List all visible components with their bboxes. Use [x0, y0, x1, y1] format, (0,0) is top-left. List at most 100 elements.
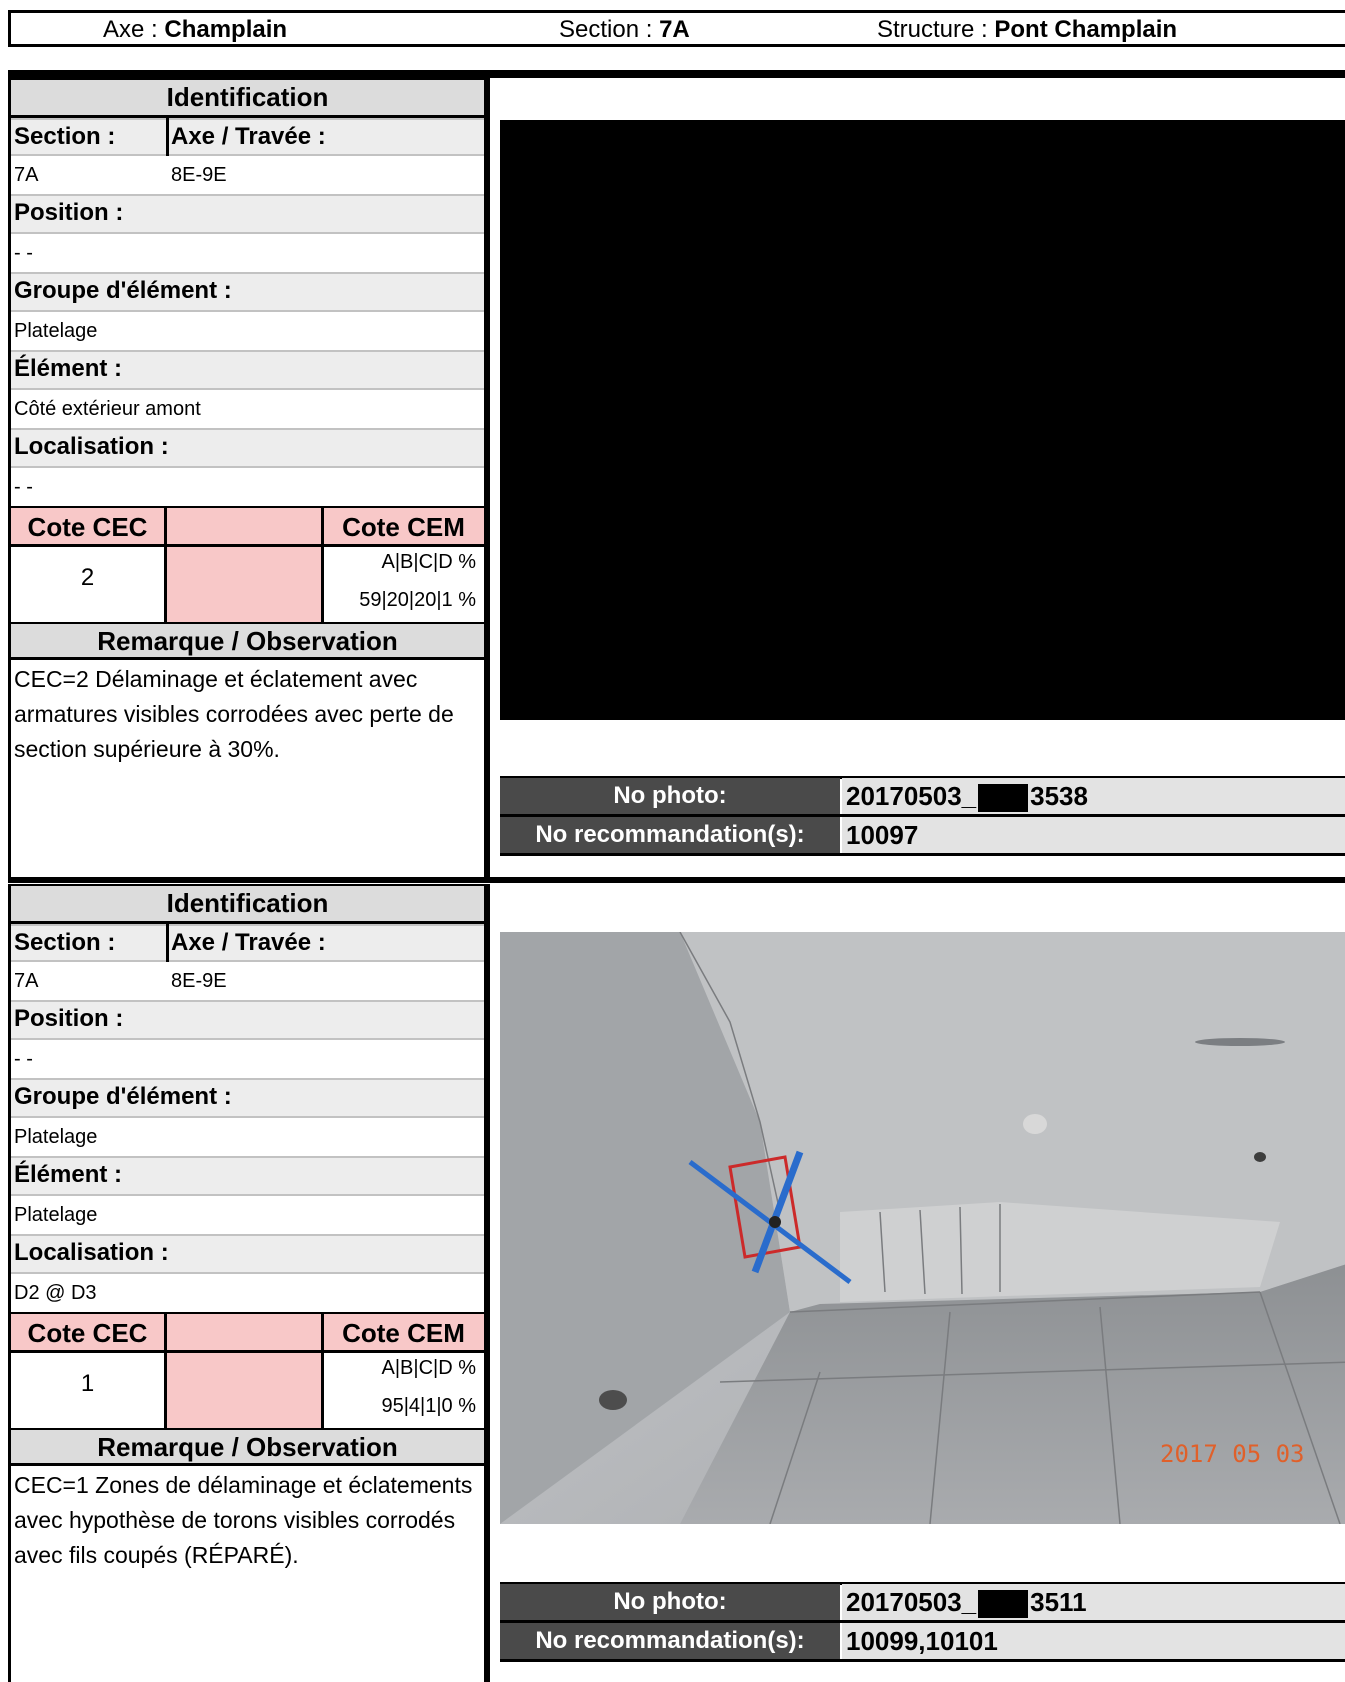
recommandation-value: 10099,10101 [842, 1623, 1345, 1659]
cote-blank-cell [166, 506, 321, 622]
axe-travee-label: Axe / Travée : [171, 123, 326, 150]
identification-title: Identification [11, 884, 484, 924]
photo-number-suffix: 3538 [1030, 781, 1088, 811]
recommandation-label: No recommandation(s): [500, 817, 840, 853]
remark-line: CEC=2 Délaminage et éclatement avec [14, 666, 418, 692]
axe-travee-value: 8E-9E [171, 970, 227, 992]
cote-cem-label: Cote CEM [323, 506, 484, 544]
cote-header-rule [11, 1350, 484, 1353]
localisation-value: - - [11, 468, 484, 506]
photo-hole [1254, 1152, 1266, 1162]
photo-number-prefix: 20170503_ [846, 781, 977, 811]
remark-title: Remarque / Observation [11, 1428, 484, 1466]
position-value: - - [11, 1040, 484, 1078]
record-1-details: Identification Section : Axe / Travée : … [8, 78, 490, 883]
meta-bottom-rule [500, 853, 1345, 856]
groupe-value: Platelage [11, 1118, 484, 1156]
report-header: Axe : Champlain Section : 7A Structure :… [8, 10, 1345, 47]
groupe-value: Platelage [11, 312, 484, 350]
remark-text: CEC=1 Zones de délaminage et éclatements… [14, 1468, 484, 1573]
section-label: Section : [14, 123, 116, 150]
photo-number-value: 20170503_ 3511 [842, 1584, 1345, 1620]
cote-cem-header: A|B|C|D % [381, 551, 477, 573]
position-value: - - [11, 234, 484, 272]
photo-plug [1023, 1114, 1047, 1134]
element-value: Platelage [11, 1196, 484, 1234]
inspection-photo: 2017 05 03 [500, 932, 1345, 1524]
photo-number-row: No photo: 20170503_ 3511 [500, 1584, 1345, 1620]
remark-line: avec hypothèse de torons visibles corrod… [14, 1507, 456, 1533]
header-axe: Axe : Champlain [103, 18, 287, 42]
inspection-record-1: Identification Section : Axe / Travée : … [8, 78, 1345, 883]
section-axe-label-row: Section : Axe / Travée : [11, 924, 484, 962]
position-label: Position : [11, 194, 484, 234]
meta-bottom-rule [500, 1659, 1345, 1662]
top-divider [8, 70, 1345, 78]
element-label: Élément : [11, 1156, 484, 1196]
localisation-label: Localisation : [11, 1234, 484, 1274]
remark-title: Remarque / Observation [11, 622, 484, 660]
record-2-details: Identification Section : Axe / Travée : … [8, 884, 490, 1682]
photo-date-stamp: 2017 05 03 [1160, 1440, 1305, 1468]
header-section-value: 7A [659, 16, 690, 43]
section-value: 7A [14, 970, 39, 992]
column-divider [164, 506, 167, 622]
cote-cec-label: Cote CEC [11, 1312, 164, 1350]
groupe-label: Groupe d'élément : [11, 1078, 484, 1118]
photo-number-label: No photo: [500, 1584, 840, 1620]
remark-line: avec fils coupés (RÉPARÉ). [14, 1542, 299, 1568]
photo-number-row: No photo: 20170503_ 3538 [500, 778, 1345, 814]
record-2-photo-panel: 2017 05 03 No photo: 20170503_ 3511 No re… [490, 884, 1345, 1682]
column-divider [164, 1312, 167, 1428]
recommandation-label: No recommandation(s): [500, 1623, 840, 1659]
photo-number-label: No photo: [500, 778, 840, 814]
cote-cec-label: Cote CEC [11, 506, 164, 544]
remark-line: section supérieure à 30%. [14, 736, 280, 762]
element-label: Élément : [11, 350, 484, 390]
recommandation-row: No recommandation(s): 10099,10101 [500, 1623, 1345, 1659]
groupe-label: Groupe d'élément : [11, 272, 484, 312]
cote-cec-value: 1 [80, 1370, 95, 1397]
redaction-block [978, 784, 1029, 813]
localisation-value: D2 @ D3 [11, 1274, 484, 1312]
header-axe-value: Champlain [164, 16, 288, 43]
cote-cem-label: Cote CEM [323, 1312, 484, 1350]
section-axe-value-row: 7A 8E-9E [11, 962, 484, 1000]
recommandation-row: No recommandation(s): 10097 [500, 817, 1345, 853]
cote-header-rule [11, 544, 484, 547]
identification-title: Identification [11, 78, 484, 118]
photo-core-hole [769, 1216, 781, 1228]
cote-cec-value: 2 [80, 564, 95, 591]
header-structure-value: Pont Champlain [994, 16, 1178, 43]
section-label: Section : [14, 929, 116, 956]
recommandation-value: 10097 [842, 817, 1345, 853]
header-section: Section : 7A [559, 18, 690, 42]
remark-line: armatures visibles corrodées avec perte … [14, 701, 454, 727]
photo-stain [1195, 1038, 1285, 1046]
remark-text: CEC=2 Délaminage et éclatement avec arma… [14, 662, 484, 767]
position-label: Position : [11, 1000, 484, 1040]
record-divider [8, 877, 1345, 883]
localisation-label: Localisation : [11, 428, 484, 468]
cote-cem-values: 95|4|1|0 % [381, 1395, 476, 1417]
redaction-block [978, 1590, 1029, 1619]
header-axe-label: Axe : [103, 16, 165, 43]
header-section-label: Section : [559, 16, 660, 43]
photo-hole [599, 1390, 627, 1410]
redacted-photo [500, 120, 1345, 720]
photo-number-value: 20170503_ 3538 [842, 778, 1345, 814]
section-value: 7A [14, 164, 39, 186]
photo-number-prefix: 20170503_ [846, 1587, 977, 1617]
section-axe-label-row: Section : Axe / Travée : [11, 118, 484, 156]
axe-travee-value: 8E-9E [171, 164, 227, 186]
inspection-record-2: Identification Section : Axe / Travée : … [8, 884, 1345, 1682]
photo-number-suffix: 3511 [1030, 1587, 1087, 1617]
cote-cem-values: 59|20|20|1 % [359, 589, 476, 611]
element-value: Côté extérieur amont [11, 390, 484, 428]
remark-line: CEC=1 Zones de délaminage et éclatements [14, 1472, 473, 1498]
header-structure-label: Structure : [877, 16, 995, 43]
cote-cem-header: A|B|C|D % [381, 1357, 477, 1379]
section-axe-value-row: 7A 8E-9E [11, 156, 484, 194]
record-1-photo-panel: No photo: 20170503_ 3538 No recommandatio… [490, 78, 1345, 883]
header-structure: Structure : Pont Champlain [877, 18, 1177, 42]
